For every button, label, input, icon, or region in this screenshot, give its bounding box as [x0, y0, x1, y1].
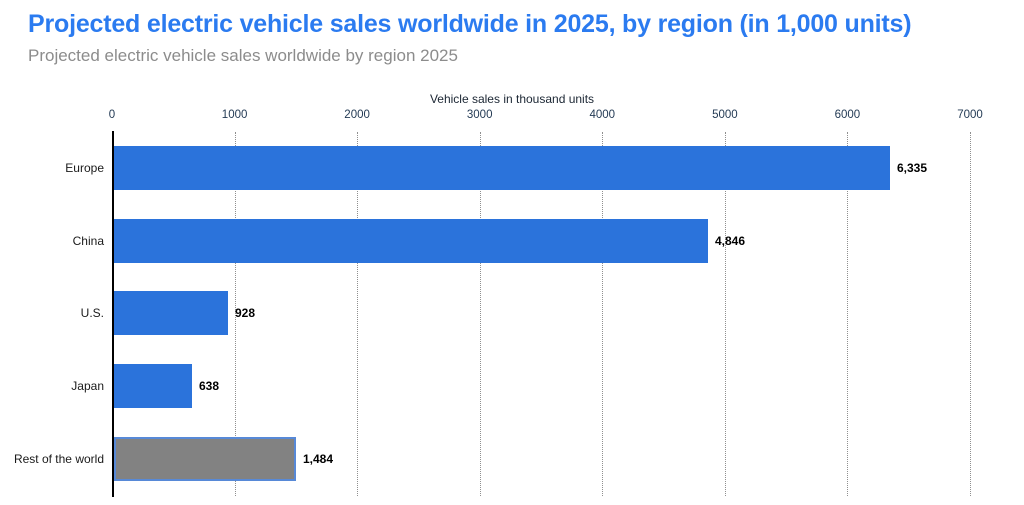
x-tick-label: 5000 [712, 109, 738, 121]
x-tick-label: 3000 [466, 109, 493, 121]
x-tick-label: 6000 [834, 109, 861, 121]
category-label: China [72, 234, 104, 248]
bar-china [114, 219, 708, 263]
category-label: Japan [71, 379, 104, 393]
x-tick-label: 1000 [221, 109, 248, 121]
value-label: 928 [235, 306, 256, 320]
x-tick-label: 2000 [344, 109, 370, 121]
plot-area: 0 1000 2000 3000 4000 5000 6000 7000 Europe 6,335… [0, 0, 1024, 505]
category-label: U.S. [80, 306, 104, 320]
value-label: 4,846 [715, 234, 746, 248]
x-tick-label: 4000 [589, 109, 616, 121]
value-label: 6,335 [897, 161, 928, 175]
x-tick-label: 7000 [957, 109, 983, 121]
value-label: 1,484 [303, 452, 334, 466]
category-label: Europe [65, 161, 104, 175]
bar-rest-of-the-world [114, 437, 296, 481]
category-label: Rest of the world [13, 452, 104, 466]
bar-japan [114, 364, 192, 408]
x-tick-label: 0 [108, 109, 116, 121]
bar-europe [114, 146, 890, 190]
bar-u-s- [114, 291, 228, 335]
gridline-7000 [970, 132, 971, 496]
value-label: 638 [199, 379, 220, 393]
